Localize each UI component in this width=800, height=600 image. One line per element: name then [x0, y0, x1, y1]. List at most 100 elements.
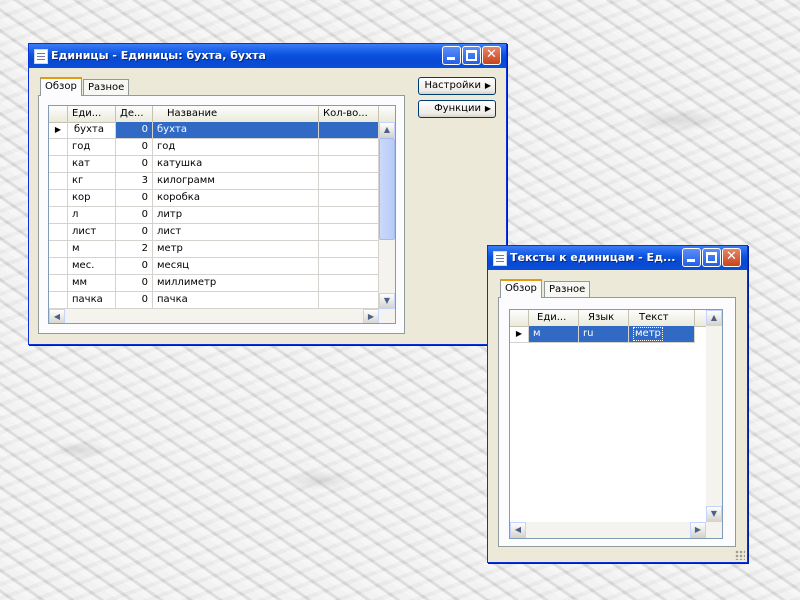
- column-header-unit[interactable]: Еди...: [68, 106, 116, 122]
- table-row[interactable]: кат 0 катушка: [49, 156, 379, 173]
- cell-unit[interactable]: кг: [68, 173, 116, 190]
- row-indicator[interactable]: [49, 173, 68, 190]
- cell-decimals[interactable]: 0: [116, 190, 153, 207]
- scroll-left-button[interactable]: ◀: [49, 309, 65, 323]
- resize-grip[interactable]: [735, 550, 745, 560]
- cell-quantity[interactable]: [319, 224, 379, 241]
- cell-unit[interactable]: лист: [68, 224, 116, 241]
- cell-decimals[interactable]: 0: [116, 224, 153, 241]
- table-row[interactable]: л 0 литр: [49, 207, 379, 224]
- cell-quantity[interactable]: [319, 122, 379, 139]
- cell-decimals[interactable]: 3: [116, 173, 153, 190]
- minimize-button[interactable]: [682, 248, 701, 267]
- scroll-left-button[interactable]: ◀: [510, 522, 526, 538]
- cell-quantity[interactable]: [319, 139, 379, 156]
- units-vertical-scrollbar[interactable]: ▲ ▼: [379, 122, 395, 309]
- row-indicator[interactable]: [49, 258, 68, 275]
- scroll-down-button[interactable]: ▼: [706, 506, 722, 522]
- scroll-down-button[interactable]: ▼: [379, 293, 395, 309]
- row-indicator[interactable]: [49, 224, 68, 241]
- close-button[interactable]: ✕: [722, 248, 741, 267]
- row-indicator[interactable]: [49, 207, 68, 224]
- row-indicator[interactable]: [49, 139, 68, 156]
- cell-quantity[interactable]: [319, 207, 379, 224]
- cell-unit[interactable]: мес.: [68, 258, 116, 275]
- settings-button[interactable]: Настройки ▶: [418, 77, 496, 95]
- units-window-titlebar[interactable]: Единицы - Единицы: бухта, бухта ✕: [29, 44, 506, 68]
- cell-decimals[interactable]: 0: [116, 275, 153, 292]
- table-row[interactable]: пачка 0 пачка: [49, 292, 379, 309]
- cell-name[interactable]: коробка: [153, 190, 319, 207]
- table-row[interactable]: ▶ бухта 0 бухта: [49, 122, 379, 139]
- unit-texts-window-titlebar[interactable]: Тексты к единицам - Ед... ✕: [488, 246, 747, 270]
- table-row[interactable]: лист 0 лист: [49, 224, 379, 241]
- cell-decimals[interactable]: 0: [116, 207, 153, 224]
- table-row[interactable]: кор 0 коробка: [49, 190, 379, 207]
- column-header-unit[interactable]: Еди...: [529, 310, 579, 326]
- cell-quantity[interactable]: [319, 241, 379, 258]
- column-header-text[interactable]: Текст: [629, 310, 695, 326]
- scroll-right-button[interactable]: ▶: [690, 522, 706, 538]
- cell-quantity[interactable]: [319, 156, 379, 173]
- cell-unit[interactable]: год: [68, 139, 116, 156]
- tab-misc[interactable]: Разное: [83, 79, 130, 96]
- column-header-name[interactable]: Название: [153, 106, 319, 122]
- row-indicator[interactable]: ▶: [49, 122, 68, 139]
- cell-name[interactable]: бухта: [153, 122, 319, 139]
- scroll-thumb[interactable]: [379, 138, 395, 240]
- cell-name[interactable]: метр: [153, 241, 319, 258]
- texts-horizontal-scrollbar[interactable]: ◀ ▶: [510, 522, 722, 538]
- cell-decimals[interactable]: 0: [116, 122, 153, 139]
- functions-button[interactable]: Функции ▶: [418, 100, 496, 118]
- cell-text[interactable]: метр: [629, 326, 695, 343]
- cell-unit[interactable]: бухта: [68, 122, 116, 139]
- cell-unit[interactable]: л: [68, 207, 116, 224]
- texts-vertical-scrollbar[interactable]: ▲ ▼: [706, 310, 722, 522]
- cell-name[interactable]: лист: [153, 224, 319, 241]
- column-header-language[interactable]: Язык: [579, 310, 629, 326]
- cell-name[interactable]: месяц: [153, 258, 319, 275]
- cell-unit[interactable]: м: [68, 241, 116, 258]
- cell-decimals[interactable]: 0: [116, 139, 153, 156]
- cell-quantity[interactable]: [319, 258, 379, 275]
- cell-name[interactable]: год: [153, 139, 319, 156]
- column-header-decimals[interactable]: Де...: [116, 106, 153, 122]
- table-row[interactable]: мм 0 миллиметр: [49, 275, 379, 292]
- maximize-button[interactable]: [462, 46, 481, 65]
- scroll-up-button[interactable]: ▲: [706, 310, 722, 326]
- cell-name[interactable]: катушка: [153, 156, 319, 173]
- close-button[interactable]: ✕: [482, 46, 501, 65]
- cell-name[interactable]: миллиметр: [153, 275, 319, 292]
- cell-unit[interactable]: кат: [68, 156, 116, 173]
- tab-misc[interactable]: Разное: [544, 281, 591, 298]
- cell-name[interactable]: килограмм: [153, 173, 319, 190]
- cell-decimals[interactable]: 0: [116, 156, 153, 173]
- tab-overview[interactable]: Обзор: [40, 77, 82, 96]
- table-row[interactable]: м 2 метр: [49, 241, 379, 258]
- maximize-button[interactable]: [702, 248, 721, 267]
- cell-unit[interactable]: кор: [68, 190, 116, 207]
- cell-name[interactable]: литр: [153, 207, 319, 224]
- cell-unit[interactable]: пачка: [68, 292, 116, 309]
- row-indicator[interactable]: ▶: [510, 326, 529, 343]
- column-header-quantity[interactable]: Кол-во...: [319, 106, 379, 122]
- cell-name[interactable]: пачка: [153, 292, 319, 309]
- cell-unit[interactable]: мм: [68, 275, 116, 292]
- scroll-right-button[interactable]: ▶: [363, 309, 379, 323]
- cell-quantity[interactable]: [319, 173, 379, 190]
- row-indicator[interactable]: [49, 275, 68, 292]
- cell-quantity[interactable]: [319, 292, 379, 309]
- row-indicator[interactable]: [49, 156, 68, 173]
- cell-unit[interactable]: м: [529, 326, 579, 343]
- cell-decimals[interactable]: 2: [116, 241, 153, 258]
- row-indicator[interactable]: [49, 241, 68, 258]
- cell-quantity[interactable]: [319, 275, 379, 292]
- row-indicator[interactable]: [49, 190, 68, 207]
- cell-language[interactable]: ru: [579, 326, 629, 343]
- cell-decimals[interactable]: 0: [116, 258, 153, 275]
- table-row[interactable]: ▶ м ru метр: [510, 326, 695, 343]
- cell-decimals[interactable]: 0: [116, 292, 153, 309]
- cell-quantity[interactable]: [319, 190, 379, 207]
- minimize-button[interactable]: [442, 46, 461, 65]
- table-row[interactable]: кг 3 килограмм: [49, 173, 379, 190]
